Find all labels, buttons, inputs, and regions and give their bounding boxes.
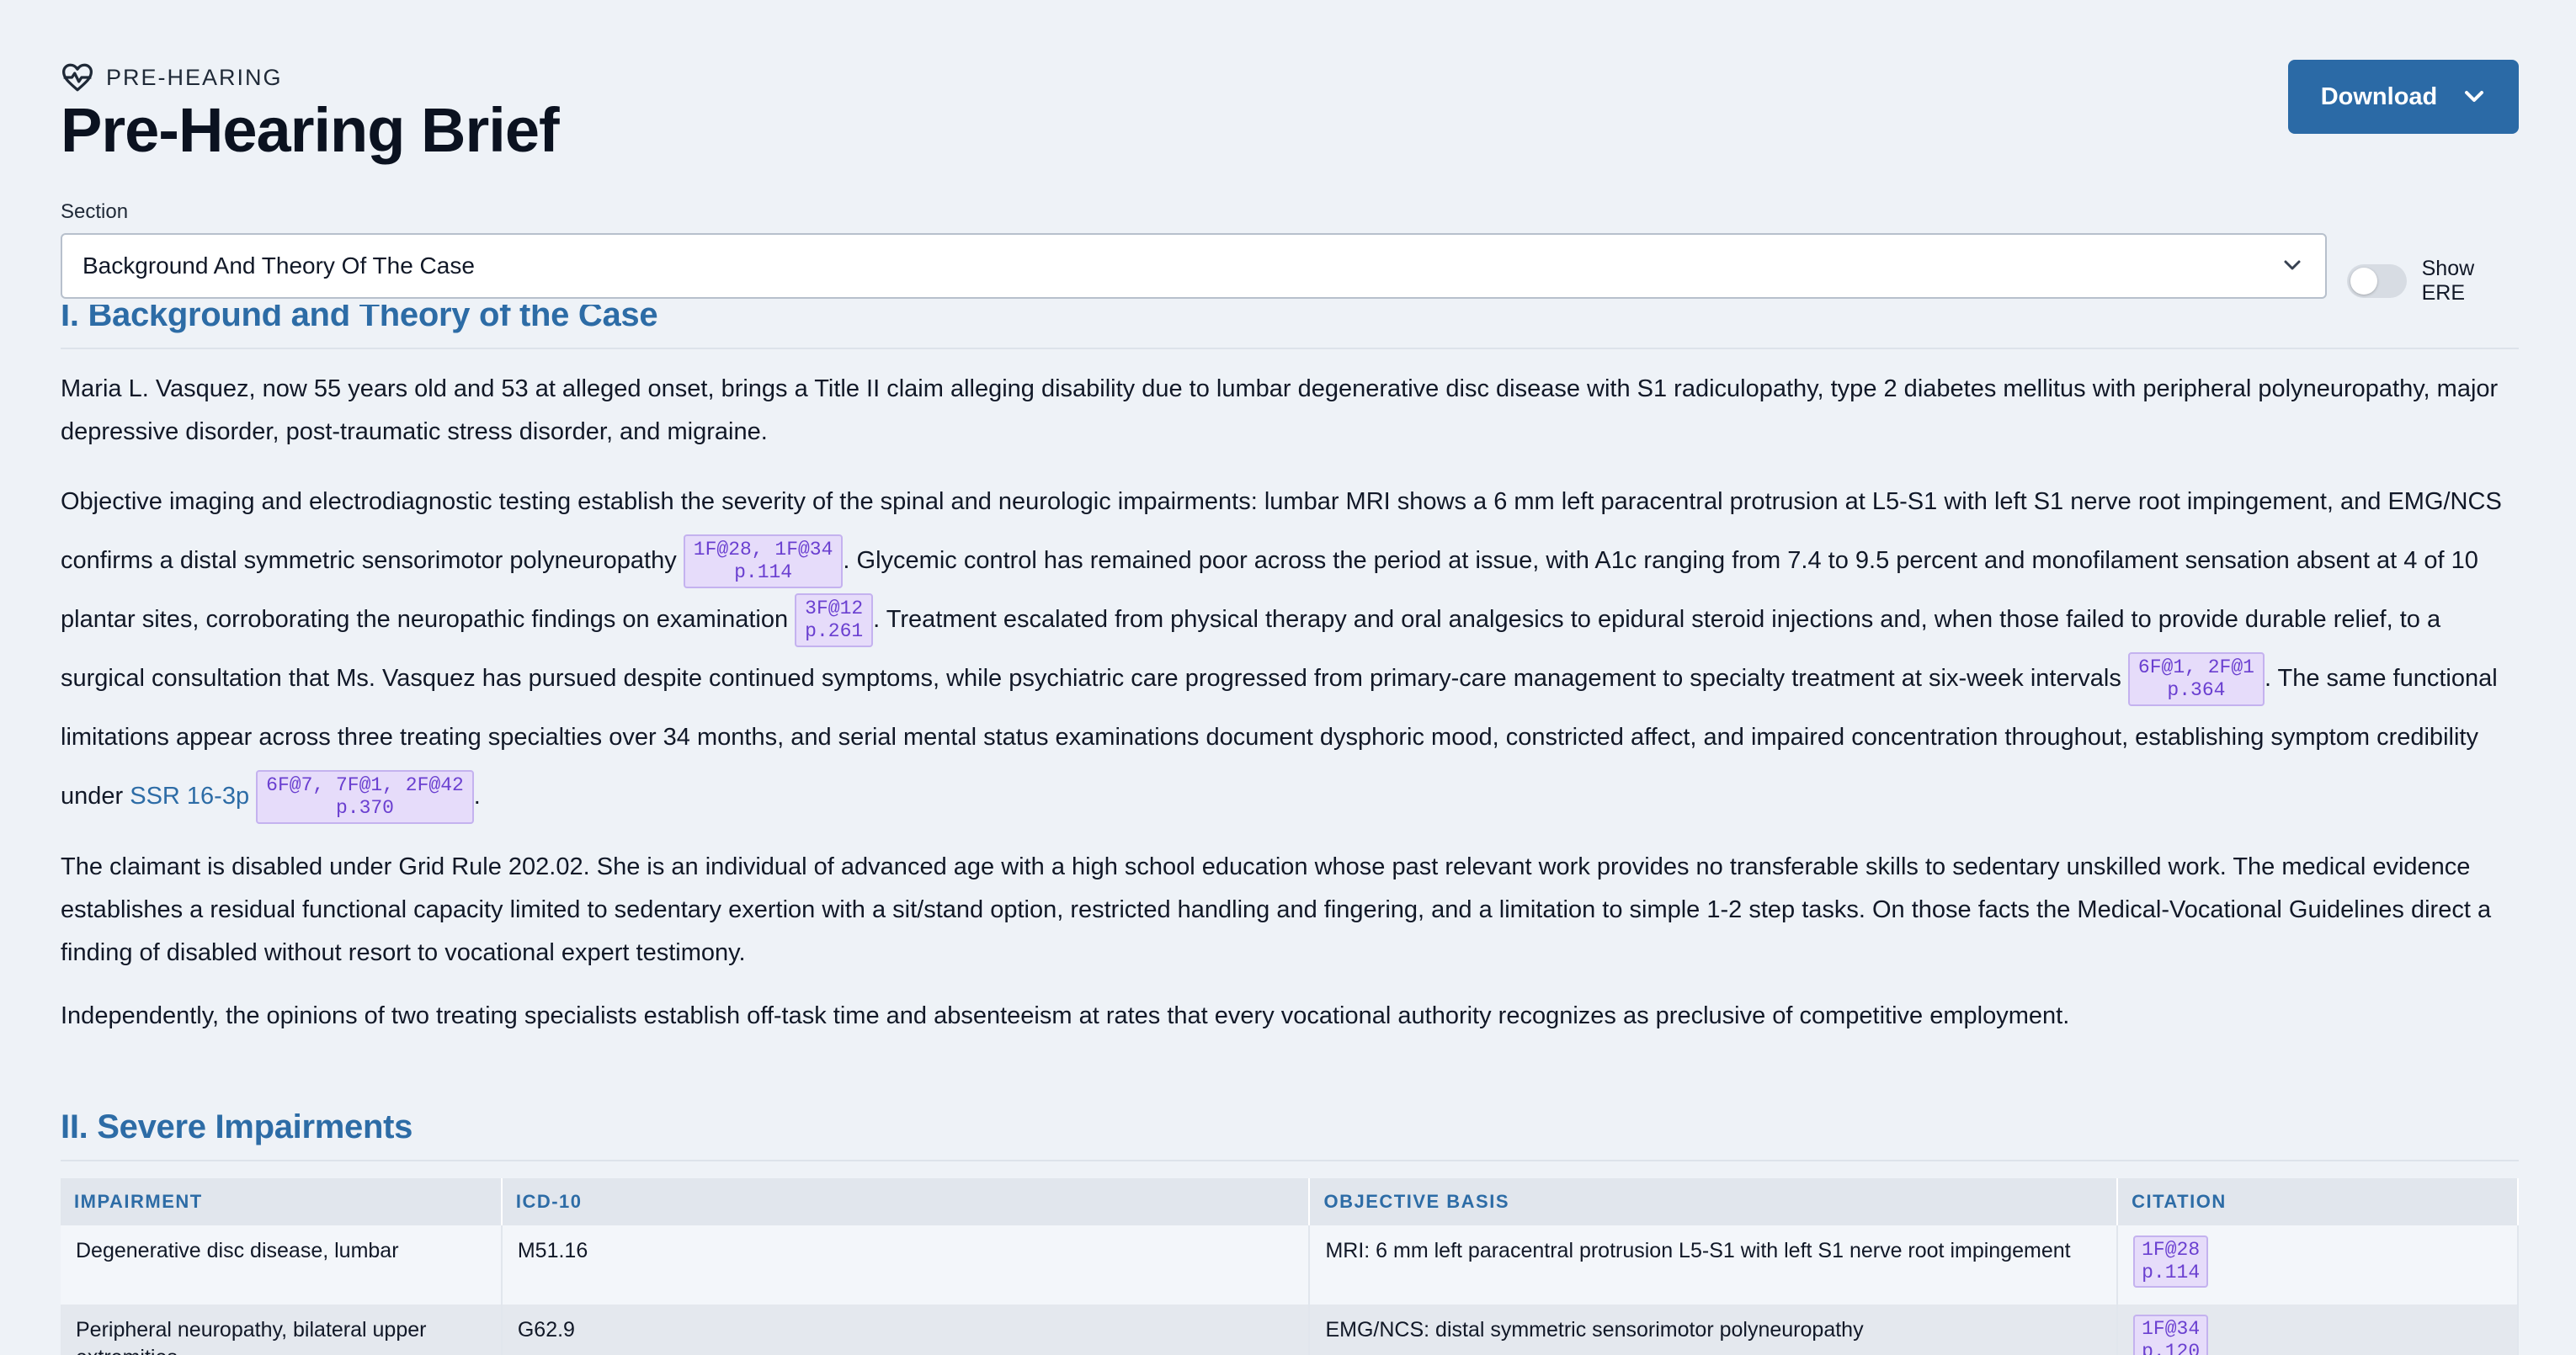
cell-citation: 1F@34 p.120 <box>2117 1305 2519 1355</box>
citation-ref: 1F@34 <box>2142 1318 2201 1340</box>
ssr-16-3p-link[interactable]: SSR 16-3p <box>130 783 249 810</box>
citation-page: p.120 <box>2142 1341 2201 1355</box>
show-ere-toggle[interactable] <box>2347 264 2407 298</box>
citation-page: p.114 <box>734 561 793 584</box>
section-select[interactable]: Background And Theory Of The Case <box>61 233 2327 299</box>
citation-chip[interactable]: 3F@12 p.261 <box>795 593 874 648</box>
citation-page: p.364 <box>2167 679 2226 702</box>
show-ere-control: Show ERE <box>2347 257 2519 305</box>
chevron-down-icon <box>2284 260 2301 270</box>
show-ere-label: Show ERE <box>2421 257 2475 305</box>
citation-page: p.261 <box>805 620 864 643</box>
citation-chip[interactable]: 1F@28, 1F@34 p.114 <box>683 534 844 589</box>
cell-icd10: M51.16 <box>501 1225 1311 1305</box>
chevron-down-icon <box>2465 91 2484 102</box>
paragraph-objective-evidence: Objective imaging and electrodiagnostic … <box>61 472 2519 826</box>
page-title: Pre-Hearing Brief <box>61 95 560 165</box>
heart-pulse-icon <box>61 63 93 92</box>
citation-ref: 1F@28, 1F@34 <box>693 539 833 561</box>
column-header-icd10: ICD-10 <box>501 1178 1311 1225</box>
impairments-table: IMPAIRMENT ICD-10 OBJECTIVE BASIS CITATI… <box>61 1178 2519 1355</box>
section-heading-background: I. Background and Theory of the Case <box>61 305 2519 349</box>
section-select-value: Background And Theory Of The Case <box>82 252 475 279</box>
citation-ref: 3F@12 <box>805 598 864 620</box>
table-row: Degenerative disc disease, lumbar M51.16… <box>61 1225 2519 1305</box>
eyebrow-label: PRE-HEARING <box>106 64 283 90</box>
table-row: Peripheral neuropathy, bilateral upper e… <box>61 1305 2519 1355</box>
page: PRE-HEARING Pre-Hearing Brief Download S… <box>61 0 2519 1355</box>
brief-content[interactable]: I. Background and Theory of the Case Mar… <box>61 305 2519 1355</box>
cell-citation: 1F@28 p.114 <box>2117 1225 2519 1305</box>
paragraph-intro: Maria L. Vasquez, now 55 years old and 5… <box>61 375 2499 445</box>
paragraph-grid-rule: The claimant is disabled under Grid Rule… <box>61 853 2492 966</box>
citation-chip[interactable]: 1F@34 p.120 <box>2133 1315 2209 1355</box>
citation-page: p.370 <box>335 797 394 820</box>
eyebrow: PRE-HEARING <box>61 62 283 93</box>
cell-icd10: G62.9 <box>501 1305 1311 1355</box>
table-header-row: IMPAIRMENT ICD-10 OBJECTIVE BASIS CITATI… <box>61 1178 2519 1225</box>
paragraph-treating-opinions: Independently, the opinions of two treat… <box>61 1002 2070 1029</box>
paragraph-text: . <box>473 783 481 810</box>
download-button-label: Download <box>2320 82 2438 110</box>
column-header-impairment: IMPAIRMENT <box>61 1178 503 1225</box>
cell-impairment: Degenerative disc disease, lumbar <box>61 1225 503 1305</box>
column-header-objective-basis: OBJECTIVE BASIS <box>1309 1178 2119 1225</box>
toggle-knob <box>2350 268 2377 295</box>
citation-ref: 6F@7, 7F@1, 2F@42 <box>266 774 464 797</box>
download-button[interactable]: Download <box>2288 60 2519 134</box>
cell-objective-basis: MRI: 6 mm left paracentral protrusion L5… <box>1309 1225 2119 1305</box>
citation-ref: 1F@28 <box>2142 1239 2201 1261</box>
citation-ref: 6F@1, 2F@1 <box>2137 656 2254 679</box>
citation-page: p.114 <box>2142 1262 2201 1283</box>
section-select-label: Section <box>61 200 129 223</box>
citation-chip[interactable]: 6F@7, 7F@1, 2F@42 p.370 <box>256 770 474 825</box>
column-header-citation: CITATION <box>2117 1178 2519 1225</box>
cell-objective-basis: EMG/NCS: distal symmetric sensorimotor p… <box>1309 1305 2119 1355</box>
cell-impairment: Peripheral neuropathy, bilateral upper e… <box>61 1305 503 1355</box>
section-heading-severe-impairments: II. Severe Impairments <box>61 1108 2519 1161</box>
citation-chip[interactable]: 6F@1, 2F@1 p.364 <box>2127 652 2265 707</box>
citation-chip[interactable]: 1F@28 p.114 <box>2133 1235 2209 1288</box>
